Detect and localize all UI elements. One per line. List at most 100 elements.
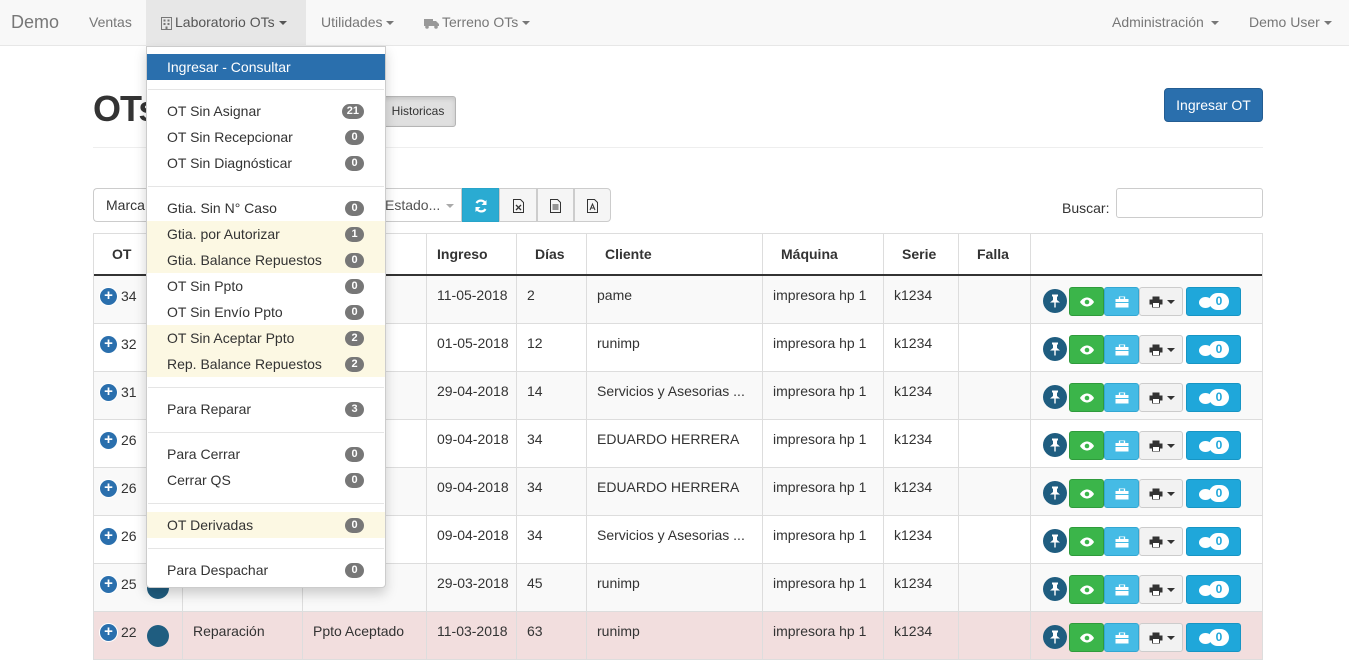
comments-button[interactable]: 0 bbox=[1186, 383, 1241, 412]
menu-item[interactable]: Gtia. Sin N° Caso 0 bbox=[147, 195, 385, 221]
print-dropdown-button[interactable] bbox=[1139, 287, 1183, 316]
nav-utilidades[interactable]: Utilidades bbox=[306, 0, 409, 46]
menu-item[interactable]: Gtia. por Autorizar 1 bbox=[147, 221, 385, 247]
marca-select[interactable]: Marca bbox=[93, 188, 153, 222]
menu-item[interactable]: OT Sin Envío Ppto 0 bbox=[147, 299, 385, 325]
comments-button[interactable]: 0 bbox=[1186, 623, 1241, 652]
expand-row-icon[interactable]: + bbox=[100, 527, 117, 545]
view-button[interactable] bbox=[1069, 623, 1104, 652]
nav-terreno-ots[interactable]: Terreno OTs bbox=[409, 0, 545, 46]
cell-cliente: EDUARDO HERRERA bbox=[587, 468, 763, 515]
view-button[interactable] bbox=[1069, 527, 1104, 556]
th-cliente[interactable]: Cliente bbox=[587, 234, 763, 274]
th-falla[interactable]: Falla bbox=[959, 234, 1031, 274]
search-input[interactable] bbox=[1116, 188, 1263, 218]
th-ingreso[interactable]: Ingreso bbox=[427, 234, 517, 274]
comments-button[interactable]: 0 bbox=[1186, 287, 1241, 316]
briefcase-button[interactable] bbox=[1104, 479, 1139, 508]
view-button[interactable] bbox=[1069, 575, 1104, 604]
count-badge: 21 bbox=[341, 104, 364, 119]
pin-button[interactable] bbox=[1043, 433, 1067, 457]
cell-falla bbox=[959, 324, 1031, 371]
pin-button[interactable] bbox=[1043, 625, 1067, 649]
cell-serie: k1234 bbox=[884, 324, 959, 371]
expand-row-icon[interactable]: + bbox=[100, 479, 117, 497]
export-pdf-button[interactable] bbox=[574, 188, 611, 222]
cell-serie: k1234 bbox=[884, 372, 959, 419]
pin-button[interactable] bbox=[1043, 481, 1067, 505]
menu-item[interactable]: Gtia. Balance Repuestos 0 bbox=[147, 247, 385, 273]
expand-row-icon[interactable]: + bbox=[100, 335, 117, 353]
menu-item[interactable]: OT Sin Recepcionar 0 bbox=[147, 124, 385, 150]
menu-item[interactable]: OT Sin Aceptar Ppto 2 bbox=[147, 325, 385, 351]
cell-ot: +22 bbox=[94, 612, 183, 659]
menu-item[interactable]: Rep. Balance Repuestos 2 bbox=[147, 351, 385, 377]
briefcase-button[interactable] bbox=[1104, 287, 1139, 316]
print-dropdown-button[interactable] bbox=[1139, 527, 1183, 556]
menu-item[interactable]: Cerrar QS 0 bbox=[147, 467, 385, 493]
pin-button[interactable] bbox=[1043, 529, 1067, 553]
eye-icon bbox=[1079, 393, 1094, 402]
briefcase-button[interactable] bbox=[1104, 383, 1139, 412]
nav-user-menu[interactable]: Demo User bbox=[1234, 0, 1347, 46]
comment-count-badge: 0 bbox=[1209, 293, 1229, 310]
comments-button[interactable]: 0 bbox=[1186, 479, 1241, 508]
menu-item[interactable]: Para Despachar 0 bbox=[147, 557, 385, 583]
briefcase-button[interactable] bbox=[1104, 623, 1139, 652]
estado-select[interactable]: Estado... bbox=[380, 188, 462, 222]
view-button[interactable] bbox=[1069, 431, 1104, 460]
view-button[interactable] bbox=[1069, 287, 1104, 316]
menu-item[interactable]: OT Sin Asignar 21 bbox=[147, 98, 385, 124]
th-maquina[interactable]: Máquina bbox=[763, 234, 884, 274]
expand-row-icon[interactable]: + bbox=[100, 623, 117, 641]
menu-item-ingresar-consultar[interactable]: Ingresar - Consultar bbox=[147, 54, 385, 80]
print-dropdown-button[interactable] bbox=[1139, 383, 1183, 412]
view-button[interactable] bbox=[1069, 383, 1104, 412]
comments-button[interactable]: 0 bbox=[1186, 527, 1241, 556]
nav-laboratorio-ots[interactable]: Laboratorio OTs bbox=[146, 0, 306, 46]
th-serie[interactable]: Serie bbox=[884, 234, 959, 274]
pin-icon[interactable] bbox=[147, 625, 169, 647]
expand-row-icon[interactable]: + bbox=[100, 431, 117, 449]
briefcase-button[interactable] bbox=[1104, 575, 1139, 604]
briefcase-button[interactable] bbox=[1104, 527, 1139, 556]
comments-button[interactable]: 0 bbox=[1186, 575, 1241, 604]
export-csv-button[interactable] bbox=[537, 188, 574, 222]
view-button[interactable] bbox=[1069, 335, 1104, 364]
ingresar-ot-button[interactable]: Ingresar OT bbox=[1164, 88, 1263, 122]
briefcase-button[interactable] bbox=[1104, 335, 1139, 364]
menu-item[interactable]: OT Sin Diagnósticar 0 bbox=[147, 150, 385, 176]
pin-button[interactable] bbox=[1043, 337, 1067, 361]
nav-ventas[interactable]: Ventas bbox=[74, 0, 147, 46]
brand-logo[interactable]: Demo bbox=[11, 12, 59, 33]
pin-button[interactable] bbox=[1043, 385, 1067, 409]
export-excel-button[interactable] bbox=[499, 188, 537, 222]
comments-button[interactable]: 0 bbox=[1186, 335, 1241, 364]
menu-item-label: Para Cerrar bbox=[167, 446, 241, 462]
print-dropdown-button[interactable] bbox=[1139, 575, 1183, 604]
expand-row-icon[interactable]: + bbox=[100, 287, 117, 305]
menu-item[interactable]: Para Reparar 3 bbox=[147, 396, 385, 422]
menu-item[interactable]: OT Derivadas 0 bbox=[147, 512, 385, 538]
refresh-button[interactable] bbox=[462, 188, 499, 222]
menu-item[interactable]: OT Sin Ppto 0 bbox=[147, 273, 385, 299]
print-dropdown-button[interactable] bbox=[1139, 479, 1183, 508]
print-dropdown-button[interactable] bbox=[1139, 431, 1183, 460]
nav-administracion[interactable]: Administración bbox=[1097, 0, 1234, 46]
pin-button[interactable] bbox=[1043, 577, 1067, 601]
expand-row-icon[interactable]: + bbox=[100, 575, 117, 593]
briefcase-button[interactable] bbox=[1104, 431, 1139, 460]
table-row[interactable]: +22 Reparación Ppto Aceptado 11-03-2018 63 ru… bbox=[94, 612, 1262, 660]
historicas-button[interactable]: Historicas bbox=[380, 96, 456, 127]
comments-button[interactable]: 0 bbox=[1186, 431, 1241, 460]
print-dropdown-button[interactable] bbox=[1139, 623, 1183, 652]
th-dias[interactable]: Días bbox=[517, 234, 587, 274]
printer-icon bbox=[1149, 632, 1163, 643]
cell-serie: k1234 bbox=[884, 468, 959, 515]
print-dropdown-button[interactable] bbox=[1139, 335, 1183, 364]
pin-button[interactable] bbox=[1043, 289, 1067, 313]
menu-item[interactable]: Para Cerrar 0 bbox=[147, 441, 385, 467]
cell-maquina: impresora hp 1 bbox=[763, 324, 884, 371]
expand-row-icon[interactable]: + bbox=[100, 383, 117, 401]
view-button[interactable] bbox=[1069, 479, 1104, 508]
